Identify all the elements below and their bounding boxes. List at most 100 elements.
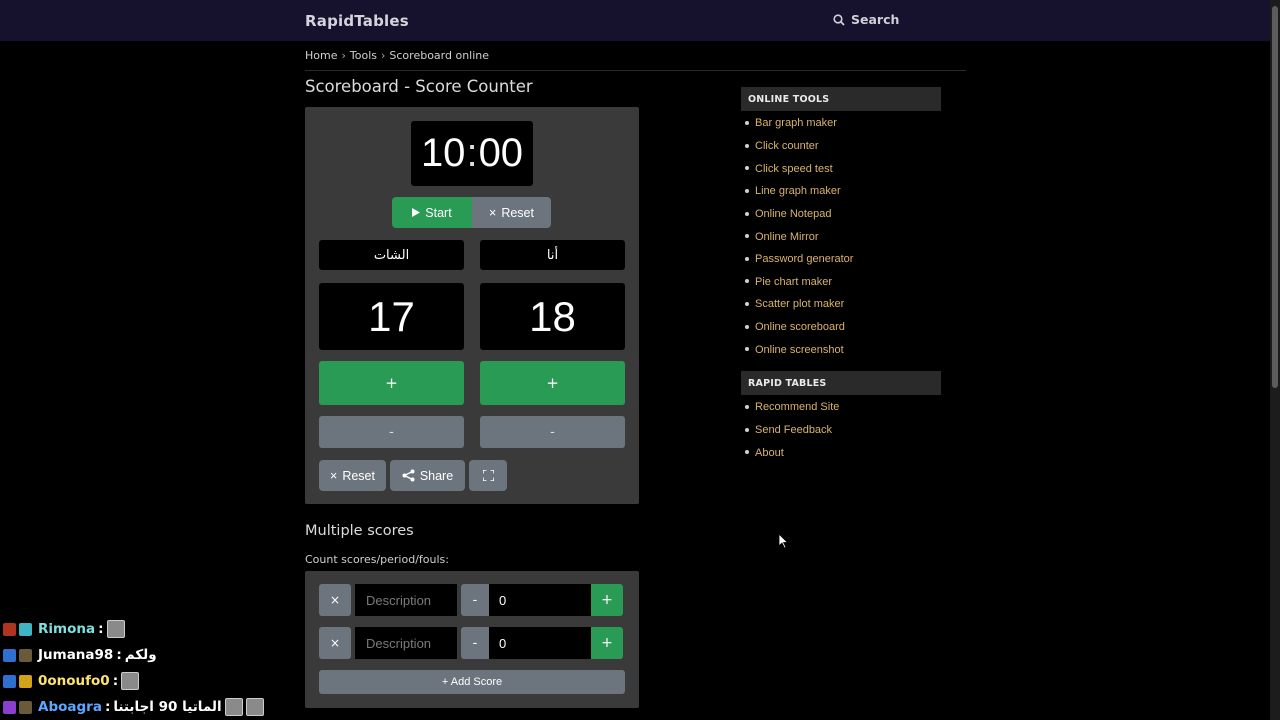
row-plus-button[interactable]: + xyxy=(591,584,623,616)
team-b-minus-button[interactable]: - xyxy=(480,416,625,448)
share-button[interactable]: Share xyxy=(390,460,465,491)
share-icon xyxy=(402,469,415,482)
sidebar-link[interactable]: About xyxy=(741,441,839,464)
sidebar-link[interactable]: Online Notepad xyxy=(741,203,853,226)
close-icon: × xyxy=(489,205,497,220)
team-a-name[interactable]: الشات xyxy=(319,240,464,270)
row-plus-button[interactable]: + xyxy=(591,627,623,659)
remove-row-button[interactable]: × xyxy=(319,627,351,659)
row-minus-button[interactable]: - xyxy=(461,627,489,659)
scoreboard-panel: 10 : 00 Start × Reset الشات أنا 17 18 + … xyxy=(305,107,639,504)
online-tools-list: Bar graph maker Click counter Click spee… xyxy=(741,112,853,361)
chat-message: Jumana98 : ولكم xyxy=(3,642,264,668)
chat-username: Rimona xyxy=(38,621,96,637)
sidebar-link[interactable]: Pie chart maker xyxy=(741,270,853,293)
emote-icon xyxy=(106,620,125,638)
sidebar-link[interactable]: Online scoreboard xyxy=(741,316,853,339)
chat-username: Jumana98 xyxy=(38,647,114,663)
timer-controls: Start × Reset xyxy=(392,197,551,228)
row-minus-button[interactable]: - xyxy=(461,584,489,616)
scoreboard-reset-button[interactable]: × Reset xyxy=(319,460,386,491)
sidebar-link[interactable]: Password generator xyxy=(741,248,853,271)
fullscreen-button[interactable] xyxy=(469,460,507,491)
timer-minutes: 10 xyxy=(420,131,466,175)
search-label: Search xyxy=(851,12,900,27)
timer-display[interactable]: 10 : 00 xyxy=(411,121,533,186)
online-tools-heading: ONLINE TOOLS xyxy=(741,87,941,111)
sidebar-link[interactable]: Scatter plot maker xyxy=(741,293,853,316)
chat-separator: : xyxy=(104,699,111,715)
team-a-minus-button[interactable]: - xyxy=(319,416,464,448)
sidebar-link[interactable]: Online screenshot xyxy=(741,338,853,361)
breadcrumb-tools[interactable]: Tools xyxy=(350,49,377,62)
sidebar-link[interactable]: Click counter xyxy=(741,135,853,158)
divider xyxy=(305,70,966,71)
breadcrumb: Home › Tools › Scoreboard online xyxy=(305,49,489,62)
sidebar-link[interactable]: Recommend Site xyxy=(741,396,839,419)
team-a-plus-button[interactable]: + xyxy=(319,361,464,405)
scoreboard-reset-label: Reset xyxy=(342,468,375,483)
sidebar-link[interactable]: Send Feedback xyxy=(741,419,839,442)
scrollbar-thumb[interactable] xyxy=(1272,6,1278,388)
close-icon: × xyxy=(330,468,338,483)
team-b-name[interactable]: أنا xyxy=(480,240,625,270)
page-title: Scoreboard - Score Counter xyxy=(305,77,533,96)
rapid-tables-heading: RAPID TABLES xyxy=(741,371,941,395)
team-b-plus-button[interactable]: + xyxy=(480,361,625,405)
team-b-score[interactable]: 18 xyxy=(480,283,625,350)
badge-icon xyxy=(3,648,16,662)
fullscreen-icon xyxy=(482,470,494,481)
badge-icon xyxy=(3,674,16,688)
sidebar-link[interactable]: Line graph maker xyxy=(741,180,853,203)
badge-icon xyxy=(19,648,32,662)
emote-icon xyxy=(245,698,264,716)
add-score-button[interactable]: + Add Score xyxy=(319,670,625,694)
badge-icon xyxy=(3,622,16,636)
breadcrumb-current[interactable]: Scoreboard online xyxy=(389,49,489,62)
description-input[interactable]: Description xyxy=(355,584,457,616)
chat-message: Aboagra : الماتيا 90 اجابتنا xyxy=(3,694,264,720)
emote-icon xyxy=(224,698,243,716)
chat-text: الماتيا 90 اجابتنا xyxy=(113,699,222,715)
timer-reset-label: Reset xyxy=(501,205,534,220)
scoreboard-actions: × Reset Share xyxy=(319,460,507,491)
sidebar-link[interactable]: Click speed test xyxy=(741,157,853,180)
remove-row-button[interactable]: × xyxy=(319,584,351,616)
start-button[interactable]: Start xyxy=(392,197,472,228)
chat-message: Rimona : xyxy=(3,616,264,642)
sidebar-link[interactable]: Bar graph maker xyxy=(741,112,853,135)
description-input[interactable]: Description xyxy=(355,627,457,659)
score-row: × Description - 0 + xyxy=(319,627,623,659)
badge-icon xyxy=(3,700,16,714)
emote-icon xyxy=(121,672,140,690)
sidebar-link[interactable]: Online Mirror xyxy=(741,225,853,248)
chat-username: 0onoufo0 xyxy=(38,673,110,689)
scrollbar[interactable] xyxy=(1270,0,1280,720)
start-label: Start xyxy=(425,205,452,220)
row-value-input[interactable]: 0 xyxy=(489,584,591,616)
multiple-scores-heading: Multiple scores xyxy=(305,523,414,539)
chat-text: ولكم xyxy=(124,647,157,663)
team-a-score[interactable]: 17 xyxy=(319,283,464,350)
search-button[interactable]: Search xyxy=(833,12,899,27)
chat-message: 0onoufo0 : xyxy=(3,668,264,694)
multiple-scores-subtitle: Count scores/period/fouls: xyxy=(305,553,449,566)
chat-username: Aboagra xyxy=(38,699,102,715)
timer-reset-button[interactable]: × Reset xyxy=(472,197,551,228)
score-row: × Description - 0 + xyxy=(319,584,623,616)
search-icon xyxy=(833,13,845,26)
site-logo[interactable]: RapidTables xyxy=(305,12,409,30)
rapid-tables-list: Recommend Site Send Feedback About xyxy=(741,396,839,464)
share-label: Share xyxy=(419,468,454,483)
badge-icon xyxy=(19,622,32,636)
row-value-input[interactable]: 0 xyxy=(489,627,591,659)
chat-separator: : xyxy=(112,673,119,689)
stream-chat-overlay: Rimona : Jumana98 : ولكم 0onoufo0 : Aboa… xyxy=(3,616,264,720)
breadcrumb-separator: › xyxy=(381,49,386,62)
chat-separator: : xyxy=(98,621,104,637)
badge-icon xyxy=(19,674,32,688)
timer-colon: : xyxy=(466,131,478,175)
badge-icon xyxy=(19,700,32,714)
timer-seconds: 00 xyxy=(478,131,524,175)
breadcrumb-home[interactable]: Home xyxy=(305,49,337,62)
